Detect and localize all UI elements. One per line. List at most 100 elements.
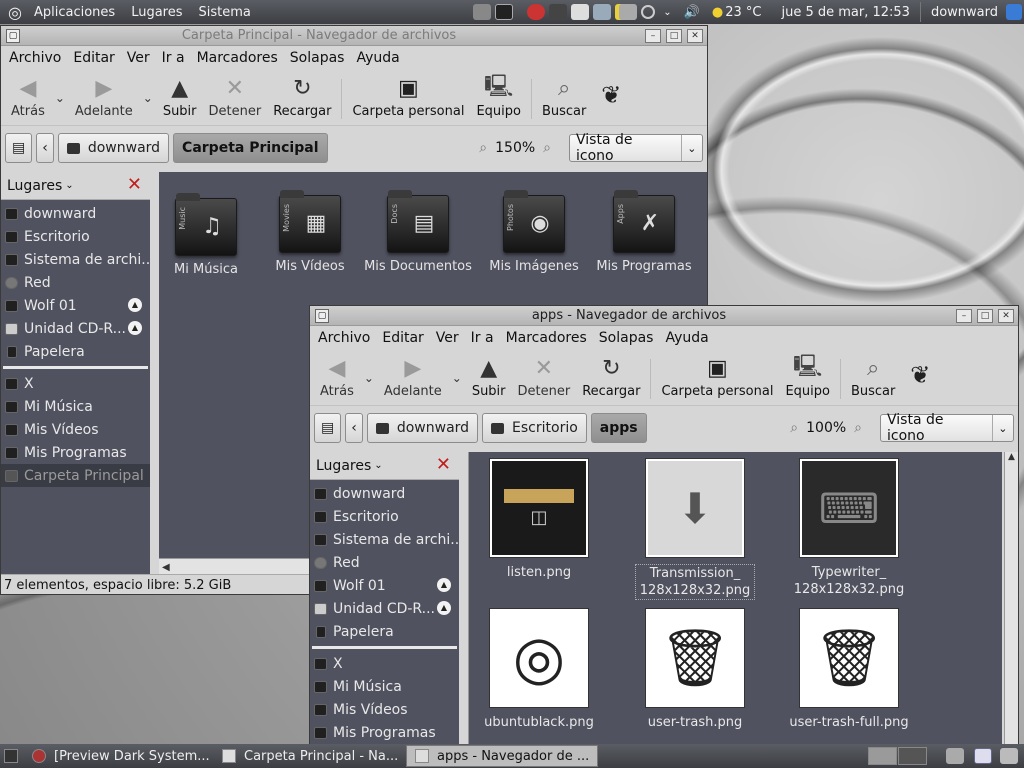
clock[interactable]: jue 5 de mar, 12:53 <box>767 5 915 20</box>
sidebar-bookmark-videos[interactable]: Mis Vídeos <box>1 418 150 441</box>
sidebar-item-filesystem[interactable]: Sistema de archi... <box>310 528 459 551</box>
sidebar-bookmark-programas[interactable]: Mis Programas <box>1 441 150 464</box>
home-button[interactable]: ▣ Carpeta personal <box>655 355 779 405</box>
menu-aplicaciones[interactable]: Aplicaciones <box>26 0 123 24</box>
zoom-out-icon[interactable]: ⌕ <box>790 420 798 436</box>
zoom-in-icon[interactable]: ⌕ <box>854 420 862 436</box>
sidebar-item-downward[interactable]: downward <box>310 482 459 505</box>
sidebar-bookmark-x[interactable]: X <box>310 652 459 675</box>
file-user-trash-png[interactable]: 🗑 user-trash.png <box>625 608 765 731</box>
menu-ver[interactable]: Ver <box>430 330 465 346</box>
trash-full-applet-icon[interactable] <box>1000 748 1018 764</box>
network-icon[interactable] <box>619 4 638 20</box>
sidebar-item-downward[interactable]: downward <box>1 202 150 225</box>
menu-ir-a[interactable]: Ir a <box>465 330 500 346</box>
toggle-location-entry-button[interactable]: ▤ <box>314 413 342 443</box>
menu-archivo[interactable]: Archivo <box>312 330 376 346</box>
forward-button[interactable]: ▶ Adelante <box>378 355 448 405</box>
horizontal-scrollbar[interactable]: ◀ <box>159 558 309 574</box>
maximize-button[interactable]: □ <box>666 29 682 43</box>
toggle-location-entry-button[interactable]: ▤ <box>5 133 33 163</box>
music-player-icon[interactable] <box>548 4 567 20</box>
maximize-button[interactable]: □ <box>977 309 993 323</box>
stop-button[interactable]: ✕ Detener <box>203 75 268 125</box>
sidebar-header[interactable]: Lugares ⌄ ✕ <box>310 452 459 480</box>
folder-mis-documentos[interactable]: Docs ▤ Mis Documentos <box>363 190 473 274</box>
forward-history-dropdown[interactable]: ⌄ <box>139 91 157 125</box>
show-desktop-button[interactable] <box>0 745 22 767</box>
menu-lugares[interactable]: Lugares <box>123 0 190 24</box>
folder-mis-imagenes[interactable]: Photos ◉ Mis Imágenes <box>479 190 589 274</box>
zoom-level[interactable]: 150% <box>495 140 535 156</box>
search-icon[interactable] <box>641 5 656 19</box>
menu-solapas[interactable]: Solapas <box>593 330 660 346</box>
menu-editar[interactable]: Editar <box>376 330 429 346</box>
workspace-2[interactable] <box>898 747 927 765</box>
back-button[interactable]: ◀ Atrás <box>5 75 51 125</box>
zoom-out-icon[interactable]: ⌕ <box>479 140 487 156</box>
file-user-trash-full-png[interactable]: 🗑 user-trash-full.png <box>779 608 919 731</box>
close-sidebar-icon[interactable]: ✕ <box>436 456 451 474</box>
sidebar-item-papelera[interactable]: Papelera <box>310 620 459 643</box>
menu-marcadores[interactable]: Marcadores <box>500 330 593 346</box>
workspace-switcher[interactable] <box>868 747 928 765</box>
folder-mis-programas[interactable]: Apps ✗ Mis Programas <box>589 190 699 274</box>
user-switcher[interactable]: downward <box>925 5 1004 20</box>
sidebar-item-filesystem[interactable]: Sistema de archi... <box>1 248 150 271</box>
reload-button[interactable]: ↻ Recargar <box>267 75 337 125</box>
sidebar-item-papelera[interactable]: Papelera <box>1 340 150 363</box>
document-applet-icon[interactable] <box>974 748 992 764</box>
sidebar-item-cdrom[interactable]: Unidad CD-R... ▲ <box>310 597 459 620</box>
vertical-scrollbar[interactable]: ▲ <box>1004 452 1018 744</box>
gimp-launcher-icon[interactable] <box>472 4 491 20</box>
menu-ayuda[interactable]: Ayuda <box>350 50 405 66</box>
sidebar-item-escritorio[interactable]: Escritorio <box>310 505 459 528</box>
sidebar-bookmark-x[interactable]: X <box>1 372 150 395</box>
menu-editar[interactable]: Editar <box>67 50 120 66</box>
menu-solapas[interactable]: Solapas <box>284 50 351 66</box>
sidebar-item-red[interactable]: Red <box>1 271 150 294</box>
path-button-escritorio[interactable]: Escritorio <box>482 413 587 443</box>
file-listen-png[interactable]: ◫ listen.png <box>469 458 609 581</box>
eject-icon[interactable]: ▲ <box>437 601 451 615</box>
minimize-button[interactable]: – <box>956 309 972 323</box>
chevron-down-icon[interactable]: ⌄ <box>657 7 677 18</box>
sidebar-bookmark-musica[interactable]: Mi Música <box>1 395 150 418</box>
folder-mis-videos[interactable]: Movies ▦ Mis Vídeos <box>255 190 365 274</box>
computer-button[interactable]: 🖳 Equipo <box>470 74 527 125</box>
forward-button[interactable]: ▶ Adelante <box>69 75 139 125</box>
back-button[interactable]: ◀ Atrás <box>314 355 360 405</box>
menu-ir-a[interactable]: Ir a <box>156 50 191 66</box>
sidebar-bookmark-carpeta-principal[interactable]: Carpeta Principal <box>1 464 150 487</box>
menu-archivo[interactable]: Archivo <box>3 50 67 66</box>
scroll-left-icon[interactable]: ◀ <box>159 562 170 573</box>
title-bar[interactable]: ▢ apps - Navegador de archivos – □ ✕ <box>310 306 1018 326</box>
eject-icon[interactable]: ▲ <box>128 321 142 335</box>
workspace-1[interactable] <box>868 747 897 765</box>
view-mode-select[interactable]: Vista de icono ⌄ <box>569 132 703 164</box>
path-scroll-left-button[interactable]: ‹ <box>36 133 54 163</box>
taskbar-item-apps[interactable]: apps - Navegador de ... <box>406 745 598 767</box>
sidebar-item-wolf01[interactable]: Wolf 01 ▲ <box>1 294 150 317</box>
computer-button[interactable]: 🖳 Equipo <box>779 354 836 405</box>
taskbar-item-firefox[interactable]: [Preview Dark System... <box>24 745 212 767</box>
sidebar-bookmark-videos[interactable]: Mis Vídeos <box>310 698 459 721</box>
up-button[interactable]: ▲ Subir <box>466 355 512 405</box>
search-button[interactable]: ⌕ Buscar <box>536 75 592 125</box>
sidebar-header[interactable]: Lugares ⌄ ✕ <box>1 172 150 200</box>
back-history-dropdown[interactable]: ⌄ <box>360 371 378 405</box>
close-button[interactable]: ✕ <box>998 309 1014 323</box>
mail-launcher-icon[interactable] <box>526 4 545 20</box>
sidebar-item-red[interactable]: Red <box>310 551 459 574</box>
scroll-up-icon[interactable]: ▲ <box>1005 452 1018 462</box>
menu-ver[interactable]: Ver <box>121 50 156 66</box>
sidebar-bookmark-musica[interactable]: Mi Música <box>310 675 459 698</box>
eject-icon[interactable]: ▲ <box>128 298 142 312</box>
back-history-dropdown[interactable]: ⌄ <box>51 91 69 125</box>
path-scroll-left-button[interactable]: ‹ <box>345 413 363 443</box>
volume-icon[interactable]: 🔊 <box>678 5 706 20</box>
sidebar-item-escritorio[interactable]: Escritorio <box>1 225 150 248</box>
reload-button[interactable]: ↻ Recargar <box>576 355 646 405</box>
path-button-downward[interactable]: downward <box>57 133 170 163</box>
close-button[interactable]: ✕ <box>687 29 703 43</box>
